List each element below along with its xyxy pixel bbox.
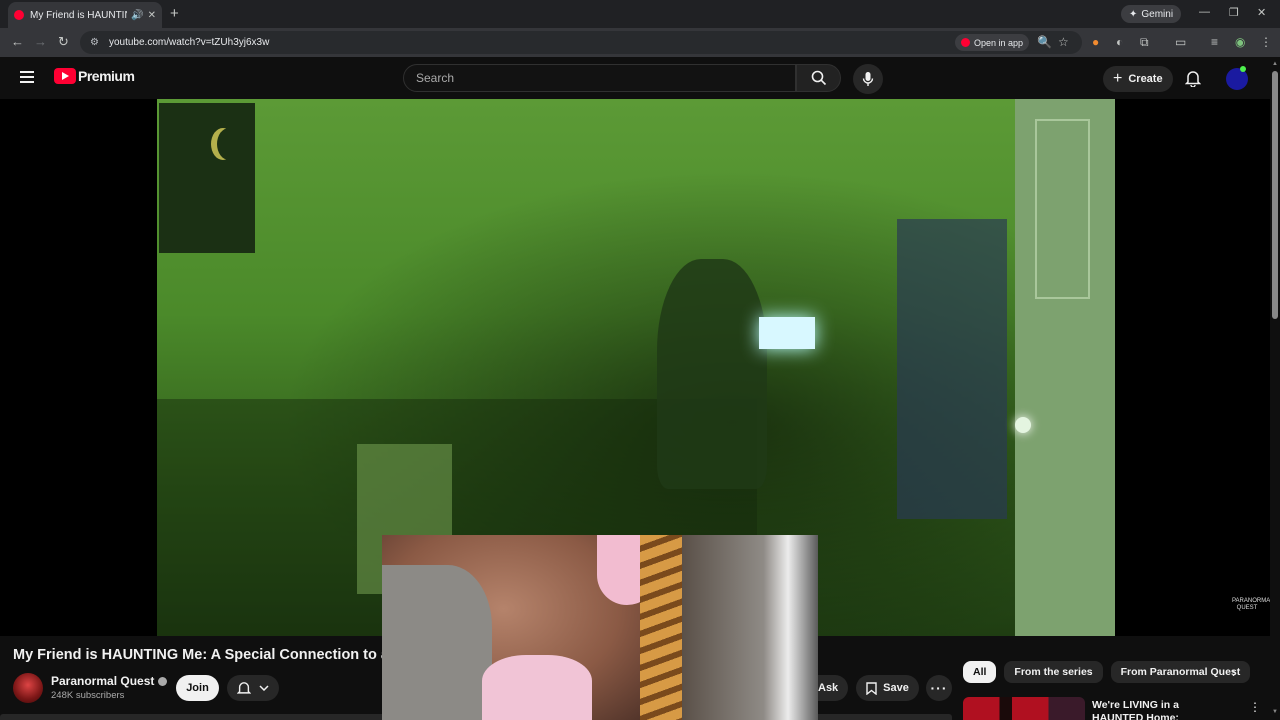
verified-badge-icon	[158, 676, 168, 686]
page-scrollbar[interactable]: ▲ ▼	[1270, 57, 1280, 720]
channel-avatar[interactable]	[13, 673, 43, 703]
create-button[interactable]: + Create	[1103, 66, 1173, 92]
scrollbar-thumb[interactable]	[1272, 71, 1278, 319]
ask-button[interactable]: Ask	[818, 675, 848, 701]
logo-text: Premium	[78, 68, 135, 84]
browser-toolbar: ← → ↻ ⚙ youtube.com/watch?v=tZUh3yj6x3w …	[0, 28, 1280, 57]
browser-menu-icon[interactable]: ⋮	[1260, 35, 1272, 49]
chevron-right-icon[interactable]: ›	[1232, 664, 1237, 680]
door-panel	[1035, 119, 1090, 299]
scroll-up-icon[interactable]: ▲	[1272, 61, 1278, 67]
chip-all[interactable]: All	[963, 661, 997, 683]
create-label: Create	[1128, 73, 1163, 85]
account-avatar[interactable]	[1226, 66, 1248, 90]
youtube-masthead: Premium Search + Create	[0, 57, 1270, 99]
restore-icon[interactable]: ❐	[1229, 6, 1239, 19]
site-info-icon[interactable]: ⚙	[90, 37, 99, 48]
wall-poster	[159, 103, 255, 253]
youtube-app-icon	[961, 38, 970, 47]
bell-icon	[237, 681, 251, 694]
door-shadow	[897, 219, 1007, 519]
microphone-icon	[862, 72, 874, 86]
extension-icon[interactable]: ●	[1092, 35, 1099, 49]
chevron-down-icon	[259, 685, 269, 691]
door-knob	[1015, 417, 1031, 433]
search-button[interactable]	[796, 64, 841, 92]
recommendation-thumbnail[interactable]	[963, 697, 1085, 720]
minimize-icon[interactable]: —	[1199, 6, 1210, 18]
channel-name[interactable]: Paranormal Quest	[51, 674, 168, 688]
zoom-icon[interactable]: 🔍	[1037, 35, 1052, 49]
search-icon	[811, 70, 826, 86]
video-title: My Friend is HAUNTING Me: A Special Conn…	[13, 647, 383, 663]
chip-from-the-series[interactable]: From the series	[1004, 661, 1103, 683]
url-text: youtube.com/watch?v=tZUh3yj6x3w	[108, 37, 270, 48]
gemini-button[interactable]: ✦ Gemini	[1121, 5, 1182, 23]
recommendation-title[interactable]: We're LIVING in a HAUNTED Home: Paranorm…	[1092, 699, 1230, 720]
reading-list-icon[interactable]: ≡	[1211, 35, 1218, 49]
subscription-bell-button[interactable]	[227, 675, 279, 701]
more-actions-icon[interactable]: ···	[926, 675, 952, 701]
person-shape	[657, 259, 767, 489]
save-button[interactable]: Save	[856, 675, 919, 701]
laptop-glow	[759, 317, 815, 349]
gemini-label: Gemini	[1141, 8, 1174, 20]
filter-chips: All From the series From Paranormal Ques…	[963, 661, 1251, 683]
new-tab-button[interactable]: +	[170, 5, 179, 22]
search-input[interactable]: Search	[403, 64, 796, 92]
profile-icon[interactable]: ◉	[1235, 35, 1245, 49]
browser-tab-strip: My Friend is HAUNTING Me: A Special Conn…	[0, 0, 1280, 28]
youtube-logo[interactable]: Premium	[54, 68, 135, 84]
plus-icon: +	[1113, 70, 1123, 87]
subscriber-count: 248K subscribers	[51, 690, 125, 701]
address-bar[interactable]: ⚙ youtube.com/watch?v=tZUh3yj6x3w	[80, 31, 1082, 54]
cast-icon[interactable]: ▭	[1175, 35, 1186, 49]
forward-icon[interactable]: →	[34, 34, 47, 49]
chip-from-channel[interactable]: From Paranormal Quest	[1110, 661, 1251, 683]
voice-search-button[interactable]	[853, 64, 883, 94]
sparkle-icon: ✦	[1129, 8, 1138, 20]
bookmark-star-icon[interactable]: ☆	[1058, 35, 1069, 49]
save-label: Save	[883, 682, 909, 694]
youtube-play-icon	[54, 68, 76, 84]
youtube-favicon-icon	[14, 10, 24, 20]
menu-icon[interactable]	[20, 71, 34, 83]
join-button[interactable]: Join	[176, 675, 219, 701]
scroll-down-icon[interactable]: ▼	[1272, 709, 1278, 715]
reload-icon[interactable]: ↻	[58, 34, 69, 50]
notifications-bell-icon[interactable]	[1185, 70, 1201, 87]
open-in-app-label: Open in app	[974, 37, 1024, 48]
channel-name-text: Paranormal Quest	[51, 674, 155, 688]
channel-watermark[interactable]: PARANORMAL QUEST	[1232, 598, 1274, 612]
webcam-overlay	[382, 535, 818, 720]
puzzle-icon[interactable]: ⧉	[1140, 35, 1149, 50]
bookmark-icon	[866, 681, 877, 695]
tab-close-icon[interactable]: ✕	[148, 10, 156, 21]
kebab-menu-icon[interactable]: ⋮	[1249, 700, 1261, 714]
window-close-icon[interactable]: ✕	[1257, 6, 1266, 19]
back-icon[interactable]: ←	[11, 34, 24, 49]
extension-2-icon[interactable]: ◐	[1116, 35, 1123, 49]
tab-title: My Friend is HAUNTING Me: A Special Conn…	[30, 9, 127, 21]
browser-tab[interactable]: My Friend is HAUNTING Me: A Special Conn…	[8, 2, 162, 28]
tab-audio-icon[interactable]: 🔊	[131, 10, 143, 21]
open-in-app-button[interactable]: Open in app	[955, 34, 1030, 51]
